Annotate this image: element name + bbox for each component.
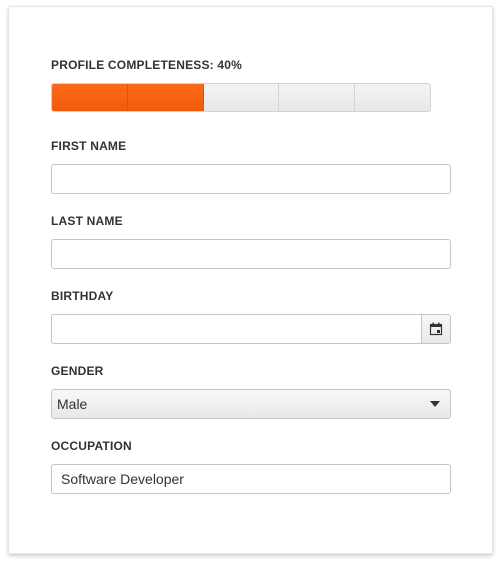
profile-completeness-label: PROFILE COMPLETENESS: 40% (51, 58, 243, 72)
first-name-label: FIRST NAME (51, 139, 127, 153)
progress-segment (279, 84, 356, 111)
calendar-button[interactable] (421, 315, 450, 343)
last-name-input[interactable] (51, 239, 451, 269)
first-name-input[interactable] (51, 164, 451, 194)
gender-select[interactable]: Male (51, 389, 451, 419)
gender-label: GENDER (51, 364, 104, 378)
calendar-icon (429, 322, 443, 336)
progress-segment (52, 84, 128, 111)
progress-segment (203, 84, 280, 111)
occupation-label: OCCUPATION (51, 439, 132, 453)
progress-segment (127, 84, 204, 111)
birthday-datepicker (51, 314, 451, 344)
progress-segment (355, 84, 430, 111)
occupation-input[interactable] (51, 464, 451, 494)
birthday-input[interactable] (52, 315, 421, 343)
last-name-label: LAST NAME (51, 214, 123, 228)
birthday-label: BIRTHDAY (51, 289, 114, 303)
caret-down-icon (420, 390, 450, 418)
profile-card: PROFILE COMPLETENESS: 40% FIRST NAME LAS… (8, 6, 493, 554)
gender-selected-value: Male (57, 396, 88, 412)
profile-completeness-bar (51, 83, 431, 112)
